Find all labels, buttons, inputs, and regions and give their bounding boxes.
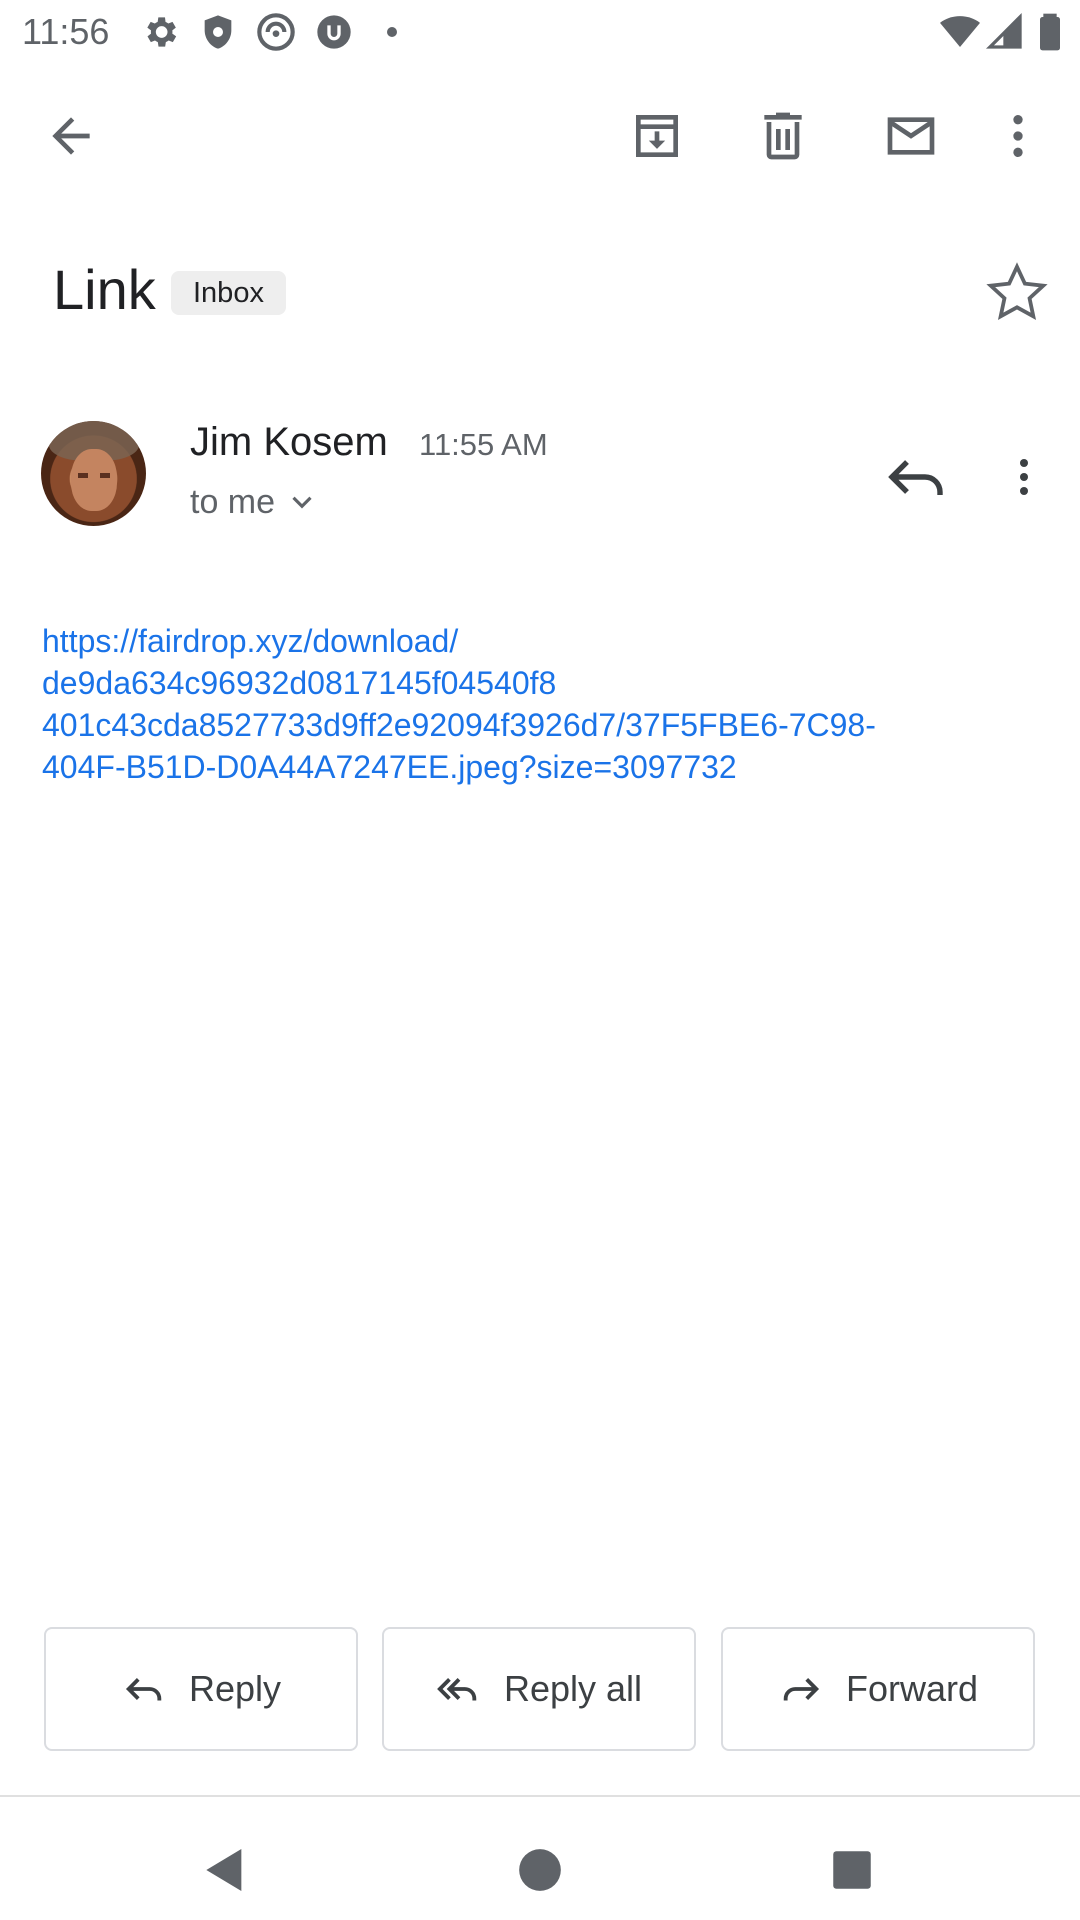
chevron-down-icon: [285, 485, 319, 519]
link-line: 404F-B51D-D0A44A7247EE.jpeg?size=3097732: [42, 749, 737, 785]
reply-all-button[interactable]: Reply all: [382, 1627, 696, 1751]
reply-icon: [121, 1666, 167, 1712]
recipient-label: to me: [190, 483, 276, 521]
back-button[interactable]: [35, 100, 107, 172]
nav-back-button[interactable]: [185, 1830, 265, 1910]
link-line: 401c43cda8527733d9ff2e92094f3926d7/37F5F…: [42, 707, 876, 743]
forward-label: Forward: [845, 1668, 979, 1709]
mark-unread-button[interactable]: [875, 100, 947, 172]
forward-button[interactable]: Forward: [721, 1627, 1035, 1751]
notification-dot-icon: [372, 12, 412, 52]
battery-icon: [1030, 12, 1070, 52]
more-vert-icon: [1000, 441, 1048, 513]
nav-recents-icon: [827, 1845, 877, 1895]
star-icon: [982, 258, 1052, 328]
reply-button[interactable]: Reply: [44, 1627, 358, 1751]
archive-icon: [629, 108, 685, 164]
more-options-button[interactable]: [986, 100, 1050, 172]
link-line: de9da634c96932d0817145f04540f8: [42, 665, 557, 701]
mail-icon: [883, 108, 939, 164]
message-more-button[interactable]: [1000, 441, 1048, 513]
reply-icon: [880, 441, 952, 513]
recipient-details-toggle[interactable]: to me: [190, 482, 319, 522]
delete-button[interactable]: [747, 100, 819, 172]
app-icon: [256, 12, 296, 52]
email-time: 11:55 AM: [419, 427, 548, 462]
arrow-back-icon: [43, 108, 99, 164]
star-button[interactable]: [982, 258, 1052, 328]
status-bar: 11:56: [0, 0, 1080, 63]
email-body-link[interactable]: https://fairdrop.xyz/download/ de9da634c…: [42, 620, 1002, 788]
reply-label: Reply: [188, 1668, 282, 1709]
sender-name: Jim Kosem: [190, 420, 388, 464]
forward-icon: [778, 1666, 824, 1712]
settings-icon: [140, 12, 180, 52]
quick-reply-button[interactable]: [880, 441, 952, 513]
label-badge[interactable]: Inbox: [171, 271, 286, 315]
divider: [0, 1795, 1080, 1797]
utorrent-icon: [314, 12, 354, 52]
email-subject: Link: [53, 258, 156, 321]
shield-icon: [198, 12, 238, 52]
more-vert-icon: [990, 108, 1046, 164]
nav-home-icon: [515, 1845, 565, 1895]
archive-button[interactable]: [621, 100, 693, 172]
reply-all-icon: [436, 1666, 482, 1712]
signal-icon: [985, 12, 1025, 52]
status-time: 11:56: [22, 11, 110, 52]
link-line: https://fairdrop.xyz/download/: [42, 623, 459, 659]
nav-recents-button[interactable]: [812, 1830, 892, 1910]
nav-back-icon: [197, 1842, 253, 1898]
avatar[interactable]: [41, 421, 146, 526]
nav-home-button[interactable]: [500, 1830, 580, 1910]
delete-icon: [755, 108, 811, 164]
reply-all-label: Reply all: [503, 1668, 643, 1709]
wifi-icon: [940, 12, 980, 52]
